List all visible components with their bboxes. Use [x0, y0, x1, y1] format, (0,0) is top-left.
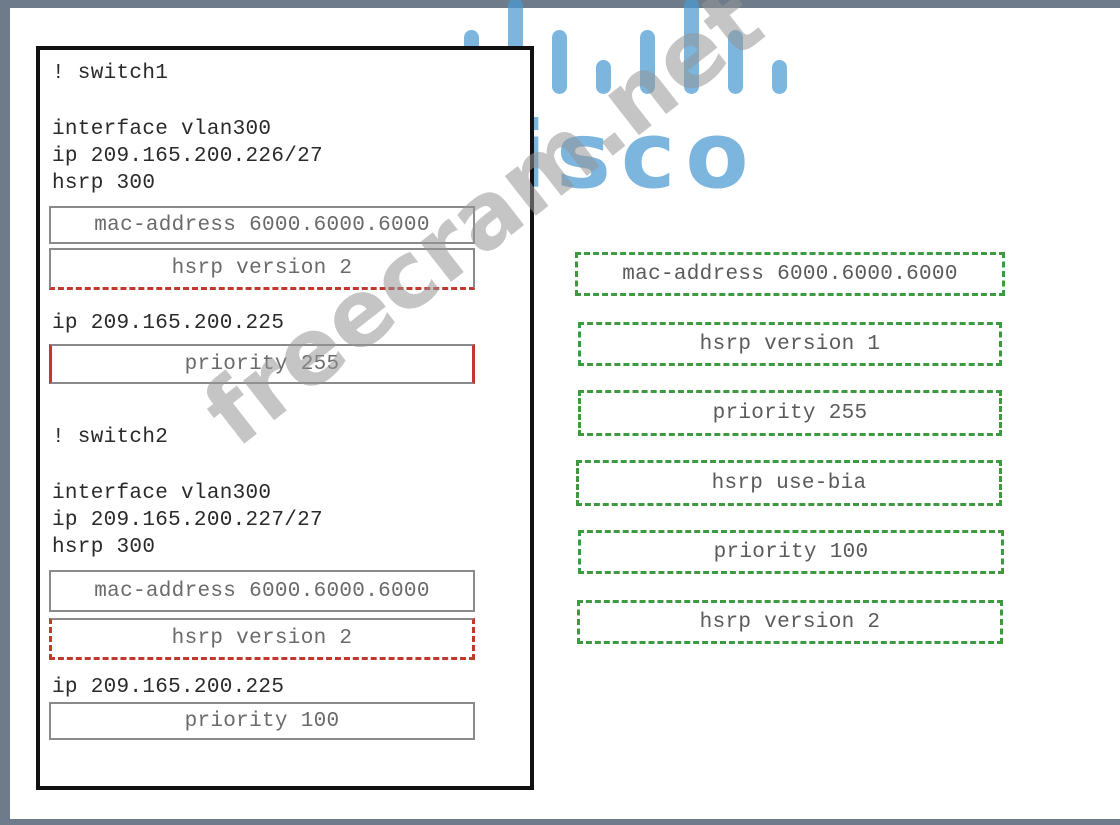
switch1-interface: interface vlan300: [52, 118, 272, 141]
switch-config-panel: ! switch1 interface vlan300 ip 209.165.2…: [36, 46, 534, 790]
option-priority-100[interactable]: priority 100: [578, 530, 1004, 574]
option-mac-address[interactable]: mac-address 6000.6000.6000: [575, 252, 1005, 296]
switch2-interface: interface vlan300: [52, 482, 272, 505]
switch2-slot-hsrp-version[interactable]: hsrp version 2: [49, 618, 475, 660]
switch2-virtual-ip: ip 209.165.200.225: [52, 676, 285, 699]
switch1-comment: ! switch1: [52, 62, 169, 85]
switch2-comment: ! switch2: [52, 426, 169, 449]
switch2-slot-priority[interactable]: priority 100: [49, 702, 475, 740]
switch1-slot-priority[interactable]: priority 255: [49, 344, 475, 384]
switch2-hsrp-group: hsrp 300: [52, 536, 156, 559]
option-hsrp-version-2[interactable]: hsrp version 2: [577, 600, 1003, 644]
option-hsrp-version-1[interactable]: hsrp version 1: [578, 322, 1002, 366]
option-hsrp-use-bia[interactable]: hsrp use-bia: [576, 460, 1002, 506]
switch1-virtual-ip: ip 209.165.200.225: [52, 312, 285, 335]
switch1-slot-mac-address[interactable]: mac-address 6000.6000.6000: [49, 206, 475, 244]
option-priority-255[interactable]: priority 255: [578, 390, 1002, 436]
switch2-ip-address: ip 209.165.200.227/27: [52, 509, 323, 532]
switch2-slot-mac-address[interactable]: mac-address 6000.6000.6000: [49, 570, 475, 612]
switch1-ip-address: ip 209.165.200.226/27: [52, 145, 323, 168]
switch1-hsrp-group: hsrp 300: [52, 172, 156, 195]
switch1-slot-hsrp-version[interactable]: hsrp version 2: [49, 248, 475, 290]
